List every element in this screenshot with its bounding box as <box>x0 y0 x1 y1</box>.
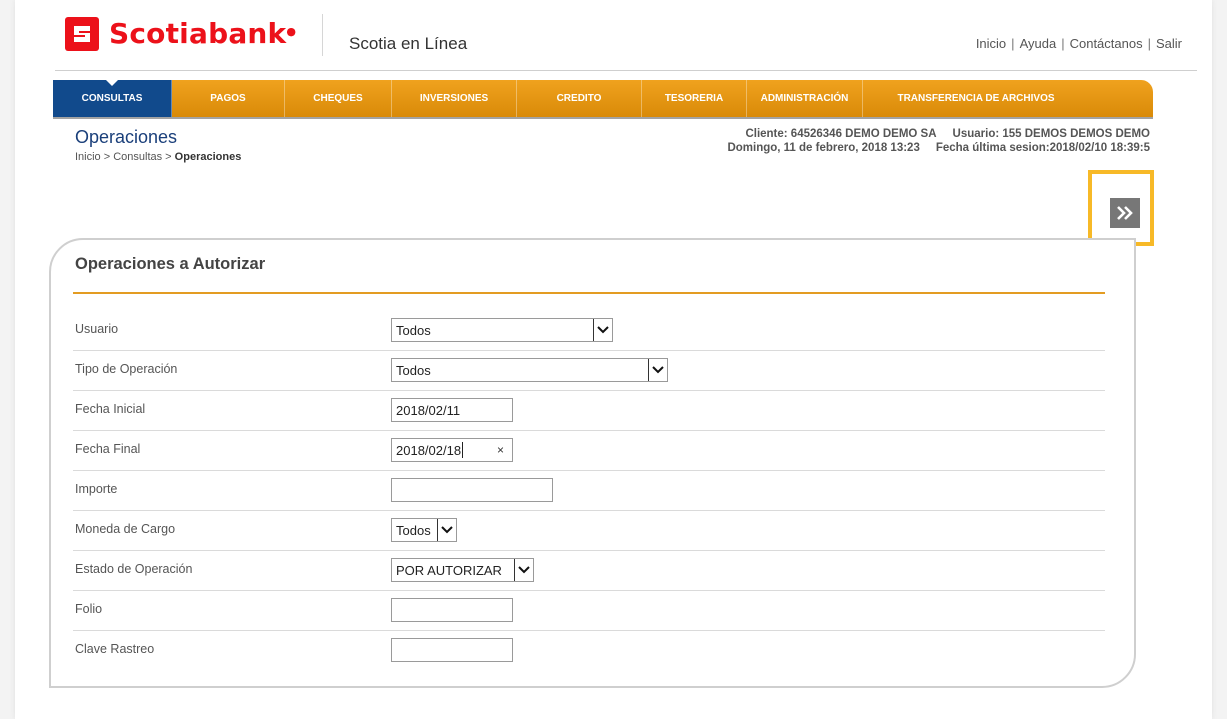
page-title: Operaciones <box>75 127 178 147</box>
folio-label: Folio <box>75 602 103 616</box>
clear-icon[interactable]: × <box>497 443 504 457</box>
moneda-cargo-label: Moneda de Cargo <box>75 522 176 536</box>
link-contactanos[interactable]: Contáctanos <box>1070 36 1143 51</box>
page-container: Scotiabank● Scotia en Línea Inicio | Ayu… <box>15 0 1212 719</box>
app-name: Scotia en Línea <box>349 34 468 53</box>
breadcrumb-path: Inicio > Consultas > <box>75 151 175 163</box>
breadcrumb: Inicio > Consultas > Operaciones <box>75 151 241 163</box>
link-inicio[interactable]: Inicio <box>976 36 1006 51</box>
chevron-down-icon <box>437 519 456 541</box>
row-clave-rastreo: Clave Rastreo <box>73 630 1105 670</box>
brand-name: Scotiabank● <box>109 17 297 50</box>
fecha-inicial-label: Fecha Inicial <box>75 402 146 416</box>
cliente-info: Cliente: 64526346 DEMO DEMO SA <box>745 128 937 140</box>
row-fecha-final: Fecha Final 2018/02/18 × <box>73 430 1105 471</box>
nav-inversiones[interactable]: INVERSIONES <box>392 80 517 117</box>
scotiabank-logo[interactable]: Scotiabank● <box>65 14 296 54</box>
row-moneda-cargo: Moneda de Cargo Todos <box>73 510 1105 551</box>
fecha-info: Domingo, 11 de febrero, 2018 13:23 <box>727 142 920 154</box>
link-ayuda[interactable]: Ayuda <box>1020 36 1057 51</box>
nav-pagos[interactable]: PAGOS <box>172 80 285 117</box>
row-fecha-inicial: Fecha Inicial 2018/02/11 <box>73 390 1105 431</box>
usuario-value: Todos <box>396 322 431 338</box>
fecha-final-value: 2018/02/18 <box>396 442 462 458</box>
session-info: Cliente: 64526346 DEMO DEMO SA Usuario: 1… <box>711 127 1150 155</box>
row-usuario: Usuario Todos <box>73 310 1105 351</box>
scotiabank-logo-icon <box>65 17 99 51</box>
next-button[interactable] <box>1110 198 1140 228</box>
nav-credito[interactable]: CREDITO <box>517 80 642 117</box>
importe-input[interactable] <box>391 478 553 502</box>
header-line <box>55 70 1197 71</box>
header-divider <box>322 14 323 56</box>
clave-rastreo-input[interactable] <box>391 638 513 662</box>
form-title-rule <box>73 292 1105 294</box>
tipo-operacion-select[interactable]: Todos <box>391 358 668 382</box>
usuario-select[interactable]: Todos <box>391 318 613 342</box>
row-estado-operacion: Estado de Operación POR AUTORIZAR <box>73 550 1105 591</box>
fecha-final-input[interactable]: 2018/02/18 × <box>391 438 513 462</box>
estado-operacion-value: POR AUTORIZAR <box>396 562 502 578</box>
text-caret <box>462 442 464 458</box>
nav-tesoreria[interactable]: TESORERIA <box>642 80 747 117</box>
row-importe: Importe <box>73 470 1105 511</box>
usuario-label: Usuario <box>75 322 119 336</box>
chevron-down-icon <box>593 319 612 341</box>
nav-consultas[interactable]: CONSULTAS <box>53 80 172 117</box>
nav-cheques[interactable]: CHEQUES <box>285 80 392 117</box>
chevron-down-icon <box>648 359 667 381</box>
breadcrumb-current: Operaciones <box>174 151 242 163</box>
fecha-final-label: Fecha Final <box>75 442 141 456</box>
moneda-cargo-select[interactable]: Todos <box>391 518 457 542</box>
main-nav: CONSULTAS PAGOS CHEQUES INVERSIONES CRED… <box>53 80 1153 117</box>
row-folio: Folio <box>73 590 1105 631</box>
ultima-sesion-info: Fecha última sesion:2018/02/10 18:39:5 <box>935 142 1150 154</box>
nav-transferencia-archivos[interactable]: TRANSFERENCIA DE ARCHIVOS <box>863 80 1089 117</box>
top-links: Inicio | Ayuda | Contáctanos | Salir <box>975 36 1182 51</box>
clave-rastreo-label: Clave Rastreo <box>75 642 155 656</box>
nav-administracion[interactable]: ADMINISTRACIÓN <box>747 80 863 117</box>
moneda-cargo-value: Todos <box>396 522 431 538</box>
estado-operacion-label: Estado de Operación <box>75 562 193 576</box>
fecha-inicial-input[interactable]: 2018/02/11 <box>391 398 513 422</box>
tipo-operacion-value: Todos <box>396 362 431 378</box>
tipo-operacion-label: Tipo de Operación <box>75 362 178 376</box>
estado-operacion-select[interactable]: POR AUTORIZAR <box>391 558 534 582</box>
double-chevron-right-icon <box>1117 206 1133 220</box>
chevron-down-icon <box>514 559 533 581</box>
folio-input[interactable] <box>391 598 513 622</box>
link-salir[interactable]: Salir <box>1156 36 1182 51</box>
usuario-info: Usuario: 155 DEMOS DEMOS DEMO <box>952 128 1150 140</box>
form-title: Operaciones a Autorizar <box>75 255 266 273</box>
importe-label: Importe <box>75 482 118 496</box>
row-tipo-operacion: Tipo de Operación Todos <box>73 350 1105 391</box>
